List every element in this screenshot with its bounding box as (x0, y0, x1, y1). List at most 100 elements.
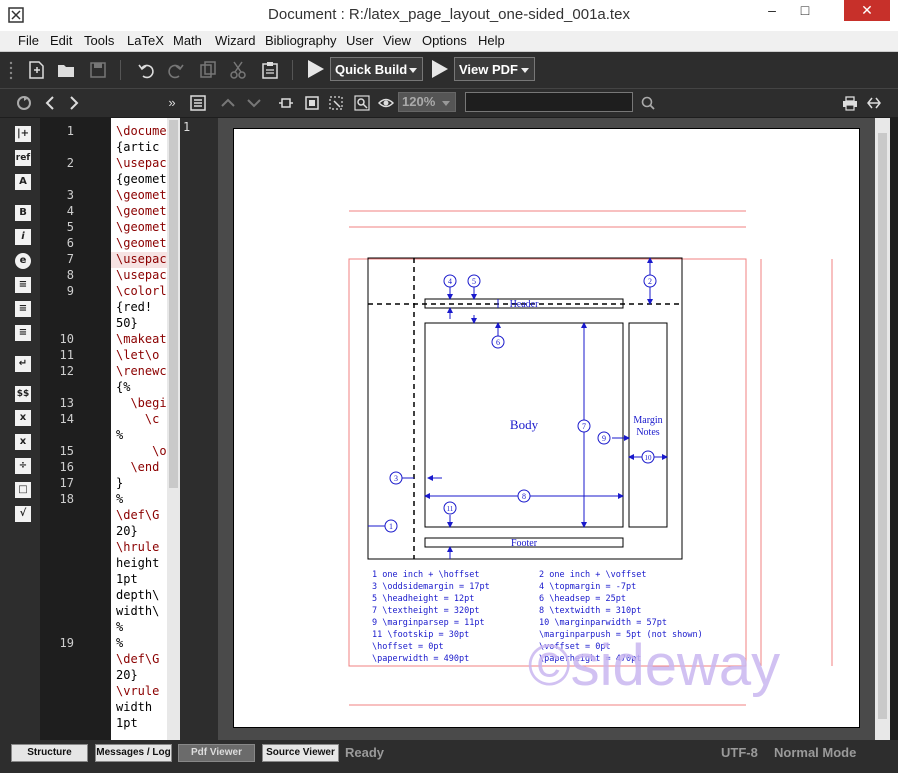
code-line[interactable]: % (116, 620, 123, 634)
print-icon[interactable] (842, 95, 858, 111)
code-line[interactable]: 20} (116, 668, 138, 682)
newline-icon[interactable]: ↵ (15, 356, 31, 372)
forward-arrow-icon[interactable] (66, 95, 82, 111)
menu-bibliography[interactable]: Bibliography (265, 33, 337, 48)
quick-build-dropdown[interactable]: Quick Build (330, 57, 423, 81)
code-editor[interactable]: \docume {artic \usepac {geomet \geomet \geome… (111, 118, 167, 740)
menu-options[interactable]: Options (422, 33, 467, 48)
paste-icon[interactable] (260, 60, 280, 80)
code-line[interactable]: \usepac (116, 252, 167, 266)
fraction-icon[interactable]: ÷ (15, 458, 31, 474)
code-line[interactable]: % (116, 636, 123, 650)
menu-view[interactable]: View (383, 33, 411, 48)
menu-math[interactable]: Math (173, 33, 202, 48)
code-line[interactable]: {artic (116, 140, 159, 154)
code-line[interactable]: {geomet (116, 172, 167, 186)
view-play-icon[interactable] (432, 60, 448, 78)
code-line[interactable]: \vrule (116, 684, 159, 698)
code-line[interactable]: \docume (116, 124, 167, 138)
code-line[interactable]: \colorl (116, 284, 167, 298)
bold-icon[interactable]: B (15, 205, 31, 221)
code-line[interactable]: 50} (116, 316, 138, 330)
sqrt-icon[interactable]: √ (15, 506, 31, 522)
mode-indicator[interactable]: Normal Mode (774, 745, 856, 760)
dfrac-icon[interactable]: □ (15, 482, 31, 498)
code-line[interactable]: \def\G (116, 508, 159, 522)
menu-latex[interactable]: LaTeX (127, 33, 164, 48)
code-line[interactable]: \geomet (116, 188, 167, 202)
align-left-icon[interactable]: ≡ (15, 277, 31, 293)
code-line[interactable]: width (116, 700, 152, 714)
code-line[interactable]: \hrule (116, 540, 159, 554)
insert-ref-icon[interactable]: ref (15, 150, 31, 166)
messages-log-button[interactable]: Messages / Log (95, 744, 172, 762)
code-line[interactable]: \let\o (116, 348, 159, 362)
source-viewer-button[interactable]: Source Viewer (262, 744, 339, 762)
code-line[interactable]: \c (116, 412, 159, 426)
menu-edit[interactable]: Edit (50, 33, 72, 48)
menu-wizard[interactable]: Wizard (215, 33, 255, 48)
undo-icon[interactable] (136, 60, 156, 80)
maximize-button[interactable]: □ (790, 0, 820, 21)
eye-icon[interactable] (377, 95, 395, 111)
pdf-scrollbar-thumb[interactable] (878, 133, 887, 719)
open-folder-icon[interactable] (56, 60, 76, 80)
code-line[interactable]: 1pt (116, 572, 138, 586)
back-arrow-icon[interactable] (42, 95, 58, 111)
subscript-icon[interactable]: x (15, 410, 31, 426)
list-view-icon[interactable] (190, 95, 206, 111)
code-line[interactable]: % (116, 428, 123, 442)
menu-tools[interactable]: Tools (84, 33, 114, 48)
build-play-icon[interactable] (308, 60, 324, 78)
code-line[interactable]: depth\ (116, 588, 159, 602)
zoom-select-icon[interactable] (328, 95, 344, 111)
code-line[interactable]: 20} (116, 524, 138, 538)
code-line[interactable]: \usepac (116, 156, 167, 170)
code-line[interactable]: % (116, 492, 123, 506)
magnifier-icon[interactable] (354, 95, 370, 111)
code-line[interactable]: } (116, 476, 123, 490)
structure-button[interactable]: Structure (11, 744, 88, 762)
zoom-dropdown[interactable]: 120% (398, 92, 456, 112)
pdf-viewer-button[interactable]: Pdf Viewer (178, 744, 255, 762)
detach-viewer-icon[interactable] (866, 95, 882, 111)
menu-help[interactable]: Help (478, 33, 505, 48)
close-button[interactable]: ✕ (844, 0, 890, 21)
save-icon[interactable] (88, 60, 108, 80)
pdf-search-input[interactable] (465, 92, 633, 112)
code-line[interactable]: height (116, 556, 159, 570)
code-line[interactable]: \geomet (116, 220, 167, 234)
align-right-icon[interactable]: ≡ (15, 325, 31, 341)
fit-page-icon[interactable] (304, 95, 320, 111)
code-line[interactable]: \o (116, 444, 166, 458)
menu-file[interactable]: File (18, 33, 39, 48)
minimize-button[interactable]: – (757, 0, 787, 21)
cut-icon[interactable] (228, 60, 248, 80)
superscript-icon[interactable]: x (15, 434, 31, 450)
page-up-icon[interactable] (220, 95, 236, 111)
code-line[interactable]: \geomet (116, 236, 167, 250)
menu-user[interactable]: User (346, 33, 373, 48)
code-line[interactable]: {red! (116, 300, 152, 314)
double-chevron-icon[interactable]: » (164, 95, 180, 111)
code-line[interactable]: \geomet (116, 204, 167, 218)
redo-icon[interactable] (166, 60, 186, 80)
code-line[interactable]: \begi (116, 396, 166, 410)
code-line[interactable]: \end (116, 460, 159, 474)
code-line[interactable]: \makeat (116, 332, 167, 346)
emphasis-icon[interactable]: e (15, 253, 31, 269)
new-file-icon[interactable] (26, 60, 46, 80)
editor-scrollbar-thumb[interactable] (169, 120, 178, 488)
insert-label-icon[interactable]: |+ (15, 126, 31, 142)
italic-icon[interactable]: i (15, 229, 31, 245)
sync-icon[interactable] (16, 95, 32, 111)
code-line[interactable]: \usepac (116, 268, 167, 282)
font-size-icon[interactable]: A (15, 174, 31, 190)
encoding-indicator[interactable]: UTF-8 (721, 745, 758, 760)
fit-width-icon[interactable] (278, 95, 294, 111)
code-line[interactable]: \def\G (116, 652, 159, 666)
code-line[interactable]: width\ (116, 604, 159, 618)
copy-icon[interactable] (198, 60, 218, 80)
page-down-icon[interactable] (246, 95, 262, 111)
math-mode-icon[interactable]: $$ (15, 386, 31, 402)
